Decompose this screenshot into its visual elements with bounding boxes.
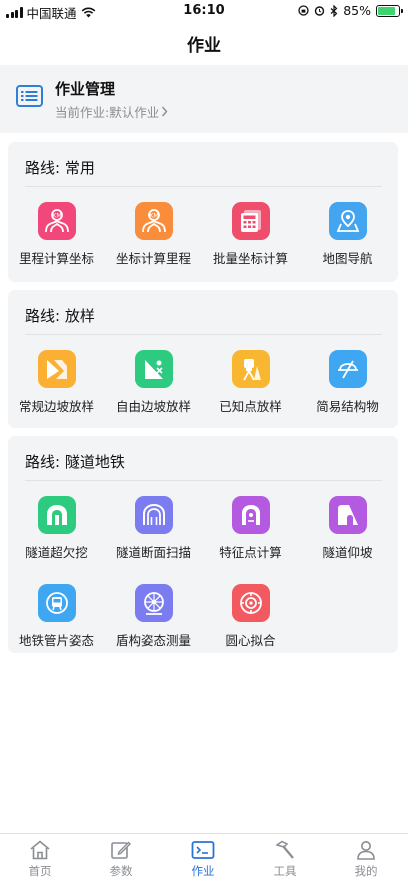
calculator-icon bbox=[231, 202, 270, 240]
section-tunnel-metro: 路线: 隧道地铁 隧道超欠挖 隧道断面扫描 特征点计算 隧道仰坡 地铁管片姿态 … bbox=[8, 436, 398, 653]
shield-machine-icon bbox=[134, 584, 173, 622]
tunnel-scan-icon bbox=[134, 496, 173, 534]
metro-icon bbox=[37, 584, 76, 622]
tool-batch-coord[interactable]: 批量坐标计算 bbox=[202, 202, 299, 272]
section-common: 路线: 常用 KM 里程计算坐标 KM 坐标计算里程 批量坐标计算 地图导航 bbox=[8, 142, 398, 282]
section-title: 路线: 放样 bbox=[25, 307, 95, 325]
tool-label: 盾构姿态测量 bbox=[115, 633, 191, 648]
battery-percent: 85% bbox=[343, 3, 371, 18]
tab-bar: 首页 参数 作业 工具 我的 bbox=[0, 833, 408, 883]
list-icon bbox=[16, 85, 43, 107]
tab-label: 我的 bbox=[354, 864, 378, 878]
tool-map-navigation[interactable]: 地图导航 bbox=[299, 202, 396, 272]
status-right: 85% bbox=[298, 3, 403, 18]
tool-label: 自由边坡放样 bbox=[115, 399, 191, 414]
job-management-title: 作业管理 bbox=[55, 80, 116, 98]
battery-level bbox=[378, 6, 395, 15]
circle-fit-icon bbox=[231, 584, 270, 622]
divider bbox=[25, 480, 382, 481]
tab-tools[interactable]: 工具 bbox=[245, 840, 325, 879]
route-icon: KM bbox=[37, 202, 76, 240]
tool-label: 已知点放样 bbox=[219, 399, 282, 414]
orientation-lock-icon bbox=[298, 5, 309, 16]
tab-home[interactable]: 首页 bbox=[0, 840, 80, 879]
tool-label: 坐标计算里程 bbox=[115, 251, 191, 266]
tab-label: 首页 bbox=[28, 864, 52, 878]
tool-label: 圆心拟合 bbox=[225, 633, 276, 648]
tool-label: 批量坐标计算 bbox=[212, 251, 288, 266]
section-stakeout: 路线: 放样 常规边坡放样 自由边坡放样 已知点放样 简易结构物 bbox=[8, 290, 398, 428]
tool-mileage-to-coord[interactable]: KM 里程计算坐标 bbox=[8, 202, 105, 272]
tool-circle-fit[interactable]: 圆心拟合 bbox=[202, 584, 299, 654]
tool-metro-segment-pose[interactable]: 地铁管片姿态 bbox=[8, 584, 105, 654]
tool-label: 里程计算坐标 bbox=[18, 251, 94, 266]
tool-shield-pose[interactable]: 盾构姿态测量 bbox=[105, 584, 202, 654]
svg-text:KM: KM bbox=[149, 213, 158, 220]
slope-icon bbox=[37, 350, 76, 388]
tool-label: 隧道仰坡 bbox=[322, 545, 373, 560]
edit-icon bbox=[111, 841, 131, 859]
tool-tunnel-slope[interactable]: 隧道仰坡 bbox=[299, 496, 396, 566]
status-bar: 中国联通 16:10 85% bbox=[0, 0, 408, 22]
alarm-icon bbox=[315, 6, 325, 16]
tab-label: 作业 bbox=[191, 864, 215, 878]
tool-label: 隧道超欠挖 bbox=[25, 545, 88, 560]
tab-label: 参数 bbox=[109, 864, 133, 878]
tool-simple-structure[interactable]: 简易结构物 bbox=[299, 350, 396, 420]
tab-jobs[interactable]: 作业 bbox=[163, 840, 243, 879]
tool-known-point[interactable]: 已知点放样 bbox=[202, 350, 299, 420]
map-pin-icon bbox=[328, 202, 367, 240]
tunnel-slope-icon bbox=[328, 496, 367, 534]
tab-mine[interactable]: 我的 bbox=[326, 840, 406, 879]
section-title: 路线: 常用 bbox=[25, 159, 95, 177]
terminal-icon bbox=[191, 841, 215, 859]
divider bbox=[25, 186, 382, 187]
free-slope-icon bbox=[134, 350, 173, 388]
total-station-icon bbox=[231, 350, 270, 388]
tool-label: 地图导航 bbox=[322, 251, 373, 266]
tool-label: 简易结构物 bbox=[316, 399, 379, 414]
divider bbox=[25, 334, 382, 335]
tab-label: 工具 bbox=[273, 864, 297, 878]
tool-label: 特征点计算 bbox=[219, 545, 282, 560]
section-title: 路线: 隧道地铁 bbox=[25, 453, 125, 471]
route-icon: KM bbox=[134, 202, 173, 240]
tool-feature-point[interactable]: 特征点计算 bbox=[202, 496, 299, 566]
battery-icon bbox=[376, 4, 403, 17]
feature-point-icon bbox=[231, 496, 270, 534]
tool-coord-to-mileage[interactable]: KM 坐标计算里程 bbox=[105, 202, 202, 272]
structure-icon bbox=[328, 350, 367, 388]
tool-label: 常规边坡放样 bbox=[18, 399, 94, 414]
current-job-link[interactable]: 当前作业:默认作业 bbox=[55, 102, 168, 121]
tab-params[interactable]: 参数 bbox=[81, 840, 161, 879]
chevron-right-icon bbox=[162, 106, 168, 117]
tool-tunnel-over-under-excavation[interactable]: 隧道超欠挖 bbox=[8, 496, 105, 566]
tool-regular-slope[interactable]: 常规边坡放样 bbox=[8, 350, 105, 420]
hammer-icon bbox=[275, 840, 294, 859]
tool-label: 地铁管片姿态 bbox=[18, 633, 94, 648]
current-job-label: 当前作业:默认作业 bbox=[55, 105, 160, 120]
tool-tunnel-section-scan[interactable]: 隧道断面扫描 bbox=[105, 496, 202, 566]
user-icon bbox=[357, 841, 375, 860]
tunnel-icon bbox=[37, 496, 76, 534]
tool-free-slope[interactable]: 自由边坡放样 bbox=[105, 350, 202, 420]
job-management-card[interactable]: 作业管理 当前作业:默认作业 bbox=[0, 65, 408, 133]
bluetooth-icon bbox=[330, 4, 338, 17]
svg-text:KM: KM bbox=[52, 213, 61, 220]
home-icon bbox=[30, 840, 50, 860]
page-title: 作业 bbox=[187, 36, 221, 56]
tool-label: 隧道断面扫描 bbox=[115, 545, 191, 560]
